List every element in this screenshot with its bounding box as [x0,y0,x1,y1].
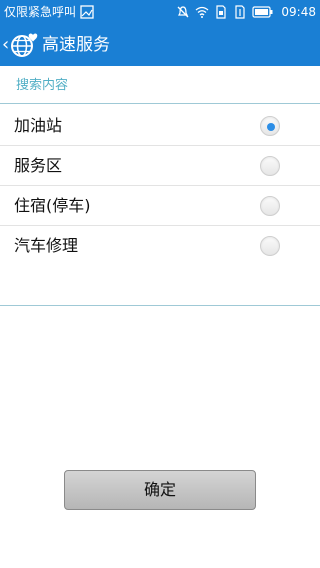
status-time: 09:48 [281,5,316,19]
section-title: 搜索内容 [16,78,69,93]
page-title: 高速服务 [42,35,110,55]
search-panel: 搜索内容 加油站 服务区 住宿(停车) 汽车修理 [0,66,320,306]
confirm-button[interactable]: 确定 [64,470,256,510]
option-lodging-parking[interactable]: 住宿(停车) [0,186,320,226]
status-bar: 仅限紧急呼叫 09:48 [0,0,320,24]
option-label: 住宿(停车) [14,196,91,215]
radio-car-repair[interactable] [260,236,280,256]
option-service-area[interactable]: 服务区 [0,146,320,186]
option-label: 服务区 [14,156,63,175]
status-right: 09:48 [176,4,316,20]
battery-icon [252,5,274,19]
app-header: ‹ 高速服务 [0,24,320,66]
option-label: 汽车修理 [14,236,79,255]
wifi-icon [195,5,209,19]
status-left: 仅限紧急呼叫 [4,4,99,20]
image-icon [80,5,94,19]
option-car-repair[interactable]: 汽车修理 [0,226,320,266]
option-label: 加油站 [14,116,63,135]
globe-heart-icon[interactable] [10,31,40,59]
data-signal-icon [233,5,247,19]
mute-icon [176,5,190,19]
sim-icon [214,5,228,19]
carrier-text: 仅限紧急呼叫 [4,5,77,19]
section-divider [0,103,320,104]
radio-lodging-parking[interactable] [260,196,280,216]
radio-gas-station[interactable] [260,116,280,136]
radio-service-area[interactable] [260,156,280,176]
option-gas-station[interactable]: 加油站 [0,106,320,146]
radio-dot-icon [267,123,275,131]
